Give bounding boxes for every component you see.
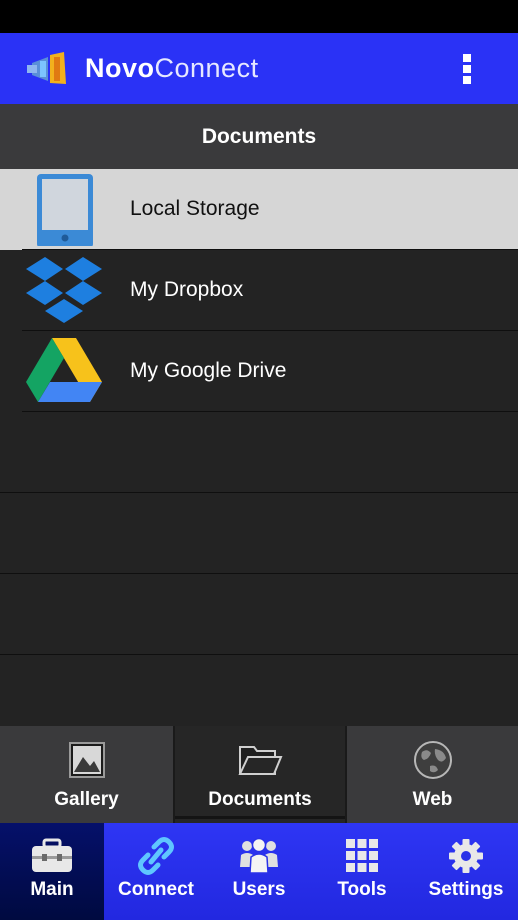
- list-item-google-drive[interactable]: My Google Drive: [0, 331, 518, 412]
- dot: [463, 76, 471, 84]
- nav-main[interactable]: Main: [0, 823, 104, 920]
- tab-gallery[interactable]: Gallery: [0, 726, 173, 823]
- dot: [463, 54, 471, 62]
- nav-settings[interactable]: Settings: [414, 823, 518, 920]
- storage-list: Local Storage My Dropbox My Google Drive: [0, 169, 518, 726]
- link-icon: [138, 837, 174, 875]
- overflow-menu-button[interactable]: [456, 51, 478, 87]
- app-bar: NovoConnect: [0, 33, 518, 104]
- nav-users[interactable]: Users: [207, 823, 311, 920]
- folder-open-icon: [238, 746, 283, 775]
- gallery-icon: [68, 742, 105, 778]
- nav-tools[interactable]: Tools: [310, 823, 414, 920]
- list-item-label: My Google Drive: [130, 359, 287, 382]
- tablet-icon: [37, 174, 93, 246]
- tab-web[interactable]: Web: [347, 726, 518, 823]
- users-icon: [240, 837, 278, 874]
- tab-documents[interactable]: Documents: [175, 726, 345, 823]
- tab-label: Gallery: [54, 789, 119, 810]
- globe-icon: [413, 741, 452, 779]
- toolbox-icon: [32, 838, 72, 872]
- sub-tab-bar: Gallery Documents Web: [0, 726, 518, 823]
- bottom-navigation: Main Connect Users Tools Settings: [0, 823, 518, 920]
- nav-label: Users: [232, 879, 286, 900]
- google-drive-icon: [26, 338, 102, 402]
- list-item-local-storage[interactable]: Local Storage: [0, 169, 518, 250]
- list-item-label: Local Storage: [130, 197, 260, 220]
- app-title-bold: Novo: [85, 53, 155, 83]
- empty-list-row: [0, 412, 518, 493]
- status-bar: [0, 0, 518, 33]
- nav-label: Tools: [337, 879, 387, 900]
- app-title: NovoConnect: [85, 53, 259, 84]
- tab-label: Documents: [208, 789, 312, 810]
- list-item-dropbox[interactable]: My Dropbox: [0, 250, 518, 331]
- app-title-rest: Connect: [154, 53, 259, 83]
- nav-label: Main: [30, 879, 74, 900]
- novoconnect-logo-icon: [27, 52, 66, 84]
- empty-list-row: [0, 493, 518, 574]
- list-item-label: My Dropbox: [130, 278, 244, 301]
- tab-label: Web: [412, 789, 453, 810]
- nav-label: Settings: [428, 879, 504, 900]
- gear-icon: [449, 839, 483, 873]
- nav-connect[interactable]: Connect: [104, 823, 208, 920]
- dot: [463, 65, 471, 73]
- divider: [0, 654, 518, 655]
- page-title: Documents: [0, 104, 518, 169]
- empty-list-row: [0, 574, 518, 655]
- grid-icon: [346, 839, 378, 872]
- dropbox-icon: [26, 257, 102, 323]
- nav-label: Connect: [118, 879, 194, 900]
